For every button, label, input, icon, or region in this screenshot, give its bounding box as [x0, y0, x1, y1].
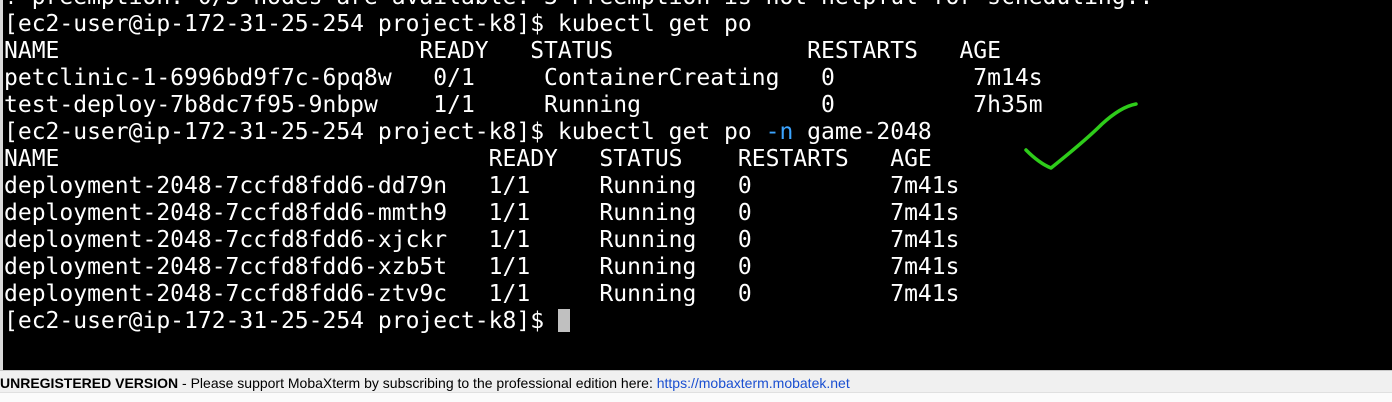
table-row: deployment-2048-7ccfd8fdd6-xjckr 1/1 Run… [4, 227, 960, 253]
command-text: kubectl get po [557, 119, 766, 145]
terminal-command-line: [ec2-user@ip-172-31-25-254 project-k8]$ … [4, 119, 1153, 146]
status-bar-lower [0, 392, 1392, 402]
shell-prompt: [ec2-user@ip-172-31-25-254 project-k8]$ [4, 308, 558, 334]
status-title: UNREGISTERED VERSION [0, 375, 179, 391]
command-flag: -n [765, 119, 794, 145]
shell-prompt: [ec2-user@ip-172-31-25-254 project-k8]$ [4, 119, 558, 145]
table-header: NAME READY STATUS RESTARTS AGE [4, 146, 932, 172]
terminal-left-border [0, 0, 3, 370]
table-row: deployment-2048-7ccfd8fdd6-mmth9 1/1 Run… [4, 200, 960, 226]
terminal-line-warning: ! preemption: 0/3 nodes are available: 3… [4, 0, 1153, 11]
unregistered-notice: UNREGISTERED VERSION - Please support Mo… [0, 375, 850, 391]
shell-prompt: [ec2-user@ip-172-31-25-254 project-k8]$ [4, 11, 558, 37]
mobaxterm-link[interactable]: https://mobaxterm.mobatek.net [657, 375, 850, 391]
table-row: deployment-2048-7ccfd8fdd6-dd79n 1/1 Run… [4, 173, 960, 199]
text-cursor [557, 309, 570, 332]
table-row: petclinic-1-6996bd9f7c-6pq8w 0/1 Contain… [4, 65, 1043, 91]
terminal-window[interactable]: ! preemption: 0/3 nodes are available: 3… [0, 0, 1392, 370]
table-row: deployment-2048-7ccfd8fdd6-ztv9c 1/1 Run… [4, 281, 960, 307]
status-message: - Please support MobaXterm by subscribin… [178, 375, 657, 391]
terminal-command-line: [ec2-user@ip-172-31-25-254 project-k8]$ … [4, 11, 1153, 38]
table-row: deployment-2048-7ccfd8fdd6-xzb5t 1/1 Run… [4, 254, 960, 280]
table-header: NAME READY STATUS RESTARTS AGE [4, 38, 1001, 64]
command-text: kubectl get po [557, 11, 752, 37]
terminal-active-prompt[interactable]: [ec2-user@ip-172-31-25-254 project-k8]$ [4, 308, 1153, 335]
table-row: test-deploy-7b8dc7f95-9nbpw 1/1 Running … [4, 92, 1043, 118]
command-argument: game-2048 [793, 119, 932, 145]
terminal-output: ! preemption: 0/3 nodes are available: 3… [4, 0, 1153, 335]
status-bar: UNREGISTERED VERSION - Please support Mo… [0, 370, 1392, 402]
